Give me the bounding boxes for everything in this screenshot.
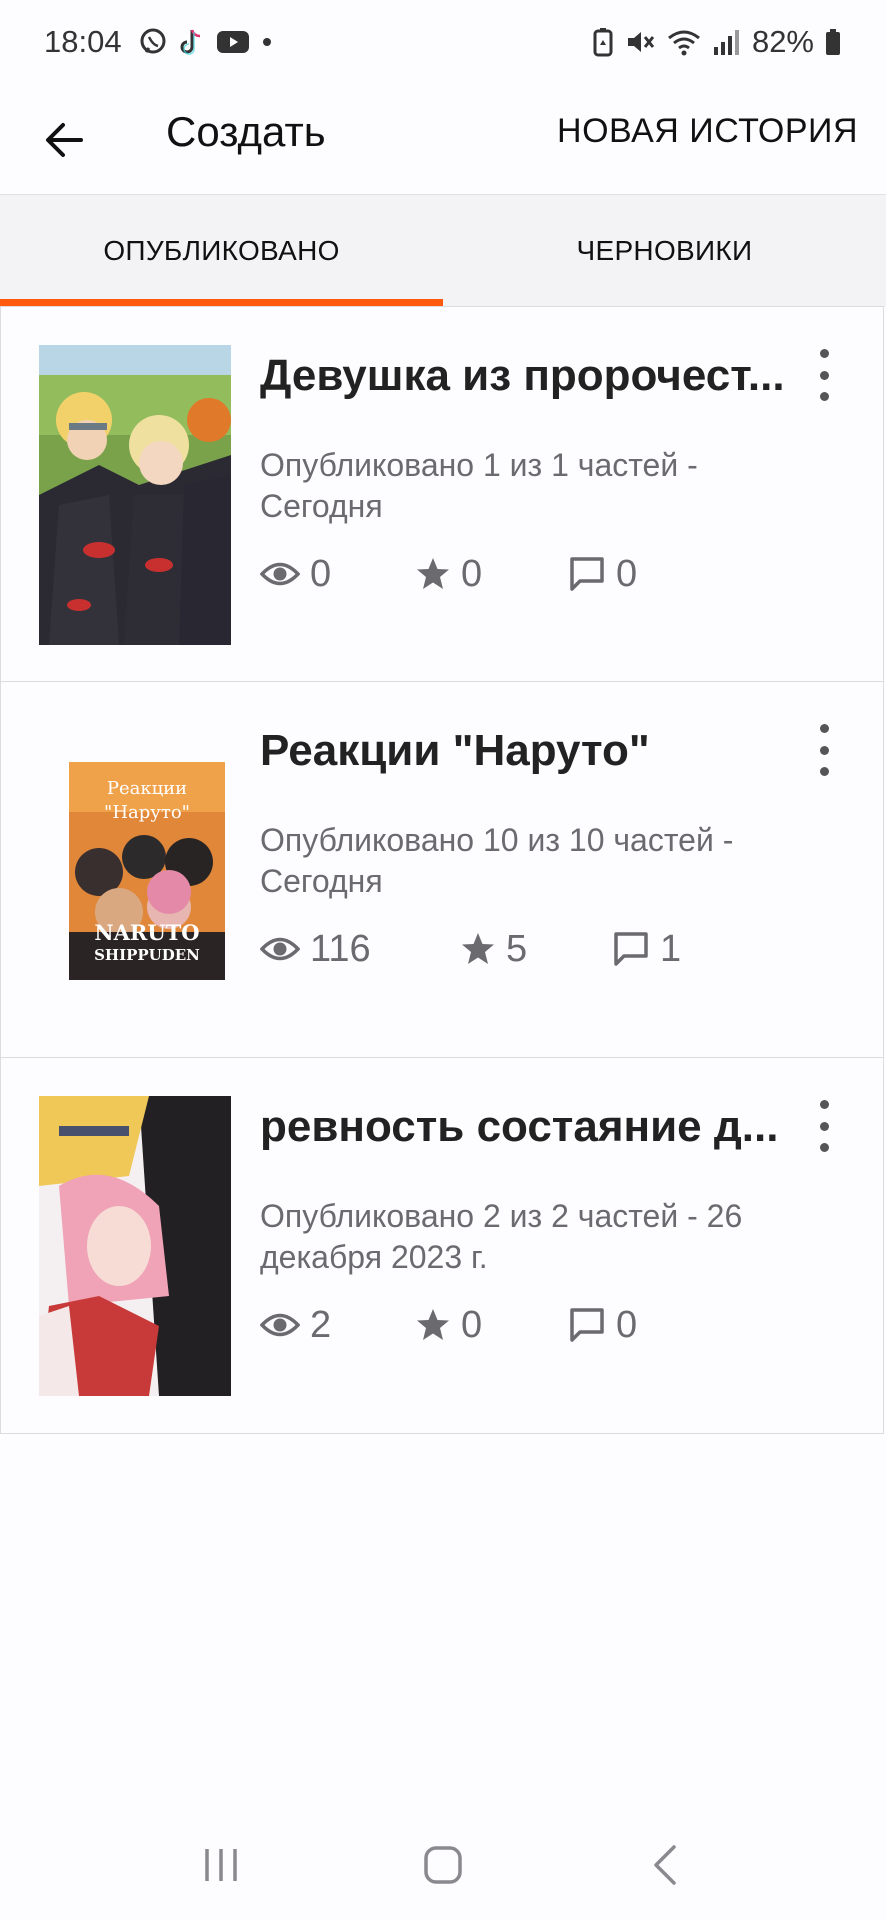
comments-stat: 1 (612, 928, 681, 971)
battery-percent: 82% (751, 24, 814, 59)
cover-title-line1: Реакции (107, 778, 187, 799)
story-cover-image[interactable] (39, 1096, 231, 1396)
signal-icon (712, 27, 740, 57)
battery-saver-icon (592, 27, 614, 57)
mute-icon (624, 27, 656, 57)
eye-icon (260, 1313, 300, 1337)
views-stat: 0 (260, 553, 415, 596)
status-right: 82% (592, 24, 842, 60)
status-bar: 18:04 82% (0, 0, 886, 84)
system-back-button[interactable] (625, 1825, 705, 1905)
story-stats: 0 0 0 (260, 549, 637, 599)
recent-apps-icon (205, 1849, 237, 1881)
more-options-button[interactable] (807, 343, 841, 407)
comments-count: 1 (660, 927, 682, 970)
battery-icon (824, 27, 842, 57)
recent-apps-button[interactable] (181, 1825, 261, 1905)
star-icon (417, 1309, 449, 1340)
views-count: 0 (310, 552, 332, 595)
story-cover-image[interactable]: Реакции "Наруто" NARUTO SHIPPUDEN (69, 762, 225, 980)
tiktok-icon (178, 27, 206, 57)
eye-icon (260, 937, 300, 961)
tab-drafts[interactable]: ЧЕРНОВИКИ (443, 195, 886, 307)
app-bar: Создать НОВАЯ ИСТОРИЯ (0, 84, 886, 194)
arrow-left-icon (46, 123, 83, 157)
votes-stat: 5 (460, 928, 612, 971)
views-count: 2 (310, 1303, 332, 1346)
story-card[interactable]: ревность состаяние д... Опубликовано 2 и… (0, 1058, 884, 1434)
back-button[interactable] (36, 112, 92, 168)
more-options-button[interactable] (807, 718, 841, 782)
votes-stat: 0 (415, 1304, 568, 1347)
votes-stat: 0 (415, 553, 568, 596)
comments-count: 0 (616, 1303, 638, 1346)
story-meta: Опубликовано 1 из 1 частей - Сегодня (260, 447, 698, 524)
cover-title-line2: "Наруто" (104, 802, 190, 823)
more-options-button[interactable] (807, 1094, 841, 1158)
votes-count: 0 (461, 552, 483, 595)
story-meta: Опубликовано 2 из 2 частей - 26 декабря … (260, 1198, 743, 1275)
home-icon (424, 1846, 462, 1884)
story-meta: Опубликовано 10 из 10 частей - Сегодня (260, 822, 734, 899)
system-nav-bar (0, 1810, 886, 1920)
story-title[interactable]: Реакции "Наруто" (260, 726, 790, 776)
home-button[interactable] (403, 1825, 483, 1905)
story-stats: 2 0 0 (260, 1300, 637, 1350)
more-vert-icon (819, 349, 829, 358)
votes-count: 0 (461, 1303, 483, 1346)
story-list: Девушка из пророчест... Опубликовано 1 и… (0, 306, 886, 1434)
story-title[interactable]: Девушка из пророчест... (260, 351, 790, 401)
comments-stat: 0 (568, 553, 637, 596)
views-count: 116 (310, 927, 371, 970)
tab-published[interactable]: ОПУБЛИКОВАНО (0, 195, 443, 307)
tab-bar: ОПУБЛИКОВАНО ЧЕРНОВИКИ (0, 194, 886, 307)
youtube-icon (216, 29, 250, 55)
comment-icon (614, 932, 648, 966)
story-title[interactable]: ревность состаяние д... (260, 1102, 790, 1152)
page-title: Создать (166, 108, 326, 155)
cover-logo-line2: SHIPPUDEN (94, 946, 200, 964)
viber-icon (138, 27, 168, 57)
eye-icon (260, 562, 300, 586)
wifi-icon (666, 27, 702, 57)
story-card[interactable]: Реакции "Наруто" NARUTO SHIPPUDEN Реакци… (0, 682, 884, 1058)
story-stats: 116 5 1 (260, 924, 681, 974)
comment-icon (570, 557, 604, 591)
star-icon (417, 558, 449, 589)
dot-icon (260, 35, 274, 49)
comments-stat: 0 (568, 1304, 637, 1347)
more-vert-icon (819, 1100, 829, 1109)
views-stat: 116 (260, 928, 460, 971)
story-cover-image[interactable] (39, 345, 231, 645)
status-time: 18:04 (44, 24, 122, 59)
comments-count: 0 (616, 552, 638, 595)
more-vert-icon (819, 724, 829, 733)
votes-count: 5 (506, 927, 528, 970)
comment-icon (570, 1308, 604, 1342)
story-card[interactable]: Девушка из пророчест... Опубликовано 1 и… (0, 306, 884, 682)
new-story-button[interactable]: НОВАЯ ИСТОРИЯ (557, 112, 858, 151)
views-stat: 2 (260, 1304, 415, 1347)
chevron-left-icon (654, 1845, 676, 1885)
cover-logo-line1: NARUTO (94, 920, 199, 945)
star-icon (462, 933, 494, 964)
status-left: 18:04 (44, 24, 274, 60)
